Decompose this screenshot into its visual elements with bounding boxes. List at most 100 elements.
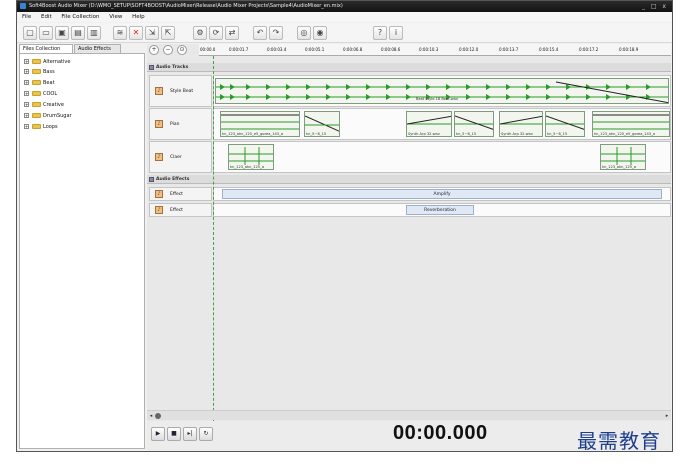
audio-clip[interactable]: kn_5~8_15: [304, 111, 340, 137]
audio-clip[interactable]: Synth Arp 32.wav: [499, 111, 543, 137]
track-header-pian[interactable]: ♪ Pian: [149, 108, 212, 140]
effect-amplify[interactable]: Amplify: [222, 189, 662, 199]
tree-item-label: Beat: [43, 80, 55, 86]
record-icon[interactable]: ◉: [313, 26, 327, 40]
effect-reverberation[interactable]: Reverberation: [406, 205, 474, 215]
track-header-claer[interactable]: ♪ Claer: [149, 141, 212, 173]
tree-item-label: Alternative: [43, 59, 71, 65]
effect-settings-icon[interactable]: ♪: [155, 190, 163, 198]
track-settings-icon[interactable]: ♪: [155, 120, 163, 128]
window-title: Soft4Boost Audio Mixer (D:\WMO_SETUP\SOF…: [29, 3, 343, 9]
track-lane-pian[interactable]: kn_123_akn_125_e5_gorea_143_a kn_5~8_15 …: [213, 108, 671, 140]
timeline-ruler[interactable]: 00:00.0 0:00:01.7 0:00:03.4 0:00:05.1 0:…: [199, 44, 671, 56]
audio-clip-style-beat[interactable]: Beat Style 18 Beat.wav: [215, 78, 669, 104]
effect-lane-amplify[interactable]: Amplify: [213, 187, 671, 201]
stop-icon[interactable]: ■: [167, 427, 181, 441]
export-icon[interactable]: ⇱: [161, 26, 175, 40]
collapse-icon[interactable]: [149, 65, 154, 70]
zoom-fit-icon[interactable]: ⊙: [177, 45, 187, 55]
save-icon[interactable]: ▣: [55, 26, 69, 40]
settings-icon[interactable]: ⚙: [193, 26, 207, 40]
audio-clip[interactable]: kn_5~8_15: [545, 111, 585, 137]
playhead-line[interactable]: [213, 56, 214, 426]
timeline-panel: + − ⊙ 00:00.0 0:00:01.7 0:00:03.4 0:00:0…: [147, 44, 671, 450]
expand-icon[interactable]: +: [24, 80, 29, 85]
info-icon[interactable]: i: [389, 26, 403, 40]
effect-lane-reverberation[interactable]: Reverberation: [213, 203, 671, 217]
tree-item-bass[interactable]: + Bass: [24, 68, 55, 76]
expand-icon[interactable]: +: [24, 102, 29, 107]
expand-icon[interactable]: +: [24, 124, 29, 129]
help-icon[interactable]: ?: [373, 26, 387, 40]
horizontal-scrollbar[interactable]: ◂ ▸: [147, 410, 671, 420]
scroll-left-icon[interactable]: ◂: [147, 412, 155, 420]
redo-icon[interactable]: ↷: [269, 26, 283, 40]
ruler-tick: 0:00:08.6: [381, 47, 401, 52]
menu-edit[interactable]: Edit: [41, 14, 52, 20]
tab-audio-effects[interactable]: Audio Effects: [74, 44, 121, 53]
zoom-in-icon[interactable]: +: [149, 45, 159, 55]
save-as-icon[interactable]: ▥: [87, 26, 101, 40]
scroll-right-icon[interactable]: ▸: [663, 412, 671, 420]
expand-icon[interactable]: +: [24, 59, 29, 64]
ruler-tick: 0:00:15.4: [539, 47, 559, 52]
track-lane-claer[interactable]: kn_123_akn_125_a kn_123_akn_125_a: [213, 141, 671, 173]
effect-settings-icon[interactable]: ♪: [155, 206, 163, 214]
track-settings-icon[interactable]: ♪: [155, 153, 163, 161]
undo-icon[interactable]: ↶: [253, 26, 267, 40]
track-header-style-beat[interactable]: ♪ Style Beat: [149, 75, 212, 107]
audio-clip[interactable]: kn_123_akn_125_e5_gorea_143_a: [592, 111, 670, 137]
tree-item-cool[interactable]: + COOL: [24, 90, 57, 98]
window-controls[interactable]: _ □ x: [642, 1, 668, 12]
loop-icon[interactable]: ↻: [199, 427, 213, 441]
refresh-icon[interactable]: ⟳: [209, 26, 223, 40]
track-lane-style-beat[interactable]: Beat Style 18 Beat.wav: [213, 75, 671, 107]
burn-icon[interactable]: ◎: [297, 26, 311, 40]
collapse-icon[interactable]: [149, 177, 154, 182]
section-audio-effects[interactable]: Audio Effects: [147, 175, 671, 184]
save-all-icon[interactable]: ▤: [71, 26, 85, 40]
new-file-icon[interactable]: ▢: [23, 26, 37, 40]
menu-bar: File Edit File Collection View Help: [17, 12, 672, 22]
audio-clip[interactable]: kn_123_akn_125_e5_gorea_143_a: [220, 111, 300, 137]
audio-clip[interactable]: kn_5~8_15: [454, 111, 494, 137]
play-end-icon[interactable]: ▸|: [183, 427, 197, 441]
expand-icon[interactable]: +: [24, 113, 29, 118]
clip-label: Synth Arp 32.wav: [408, 132, 440, 136]
track-settings-icon[interactable]: ♪: [155, 87, 163, 95]
audio-clip[interactable]: kn_123_akn_125_a: [228, 144, 274, 170]
expand-icon[interactable]: +: [24, 69, 29, 74]
tree-item-loops[interactable]: + Loops: [24, 123, 58, 131]
effect-header-reverberation[interactable]: ♪ Effect: [149, 203, 212, 217]
tree-item-beat[interactable]: + Beat: [24, 79, 55, 87]
menu-view[interactable]: View: [109, 14, 122, 20]
mix-icon[interactable]: ≋: [113, 26, 127, 40]
section-audio-tracks[interactable]: Audio Tracks: [147, 63, 671, 72]
delete-icon[interactable]: ✕: [129, 26, 143, 40]
clip-label: kn_5~8_15: [547, 132, 568, 136]
zoom-out-icon[interactable]: −: [163, 45, 173, 55]
folder-icon: [32, 69, 41, 74]
menu-file[interactable]: File: [22, 14, 31, 20]
section-label: Audio Effects: [156, 177, 190, 182]
audio-clip[interactable]: kn_123_akn_125_a: [600, 144, 646, 170]
tree-item-creative[interactable]: + Creative: [24, 101, 64, 109]
menu-help[interactable]: Help: [132, 14, 145, 20]
open-folder-icon[interactable]: ▭: [39, 26, 53, 40]
tab-files-collection[interactable]: Files Collection: [19, 44, 73, 53]
play-icon[interactable]: ▶: [151, 427, 165, 441]
scroll-thumb[interactable]: [155, 413, 161, 419]
tree-item-drumsugar[interactable]: + DrumSugar: [24, 112, 72, 120]
menu-file-collection[interactable]: File Collection: [61, 14, 99, 20]
ruler-tick: 0:00:03.4: [267, 47, 287, 52]
file-collection-tree: + Alternative + Bass + Beat + COOL + Creative…: [19, 53, 145, 449]
import-icon[interactable]: ⇲: [145, 26, 159, 40]
tree-item-alternative[interactable]: + Alternative: [24, 58, 70, 66]
effect-name: Effect: [170, 192, 183, 197]
share-icon[interactable]: ⇄: [225, 26, 239, 40]
ruler-tick: 0:00:06.8: [343, 47, 363, 52]
effect-header-amplify[interactable]: ♪ Effect: [149, 187, 212, 201]
audio-clip[interactable]: Synth Arp 32.wav: [406, 111, 452, 137]
expand-icon[interactable]: +: [24, 91, 29, 96]
ruler-tick: 00:00.0: [200, 47, 216, 52]
